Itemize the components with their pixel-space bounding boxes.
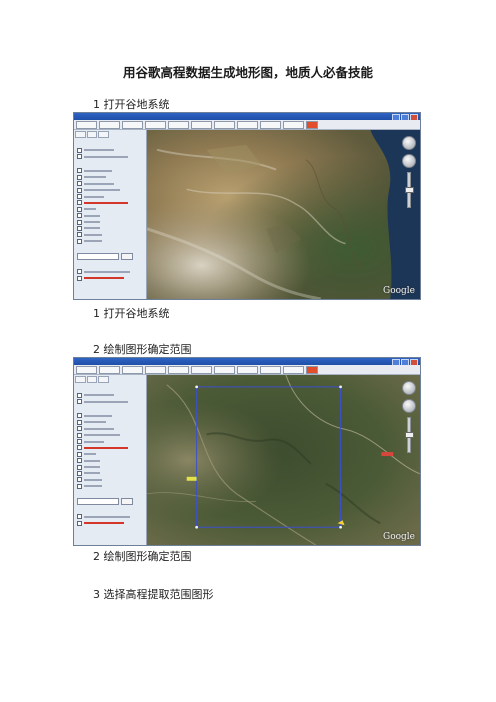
panel-checkbox[interactable] [74, 483, 146, 489]
step-2-heading: 2 绘制图形确定范围 [93, 343, 192, 356]
toolbar-highlight-button[interactable] [306, 120, 318, 129]
map-place-label [186, 476, 197, 481]
satellite-map[interactable]: Google [147, 375, 420, 545]
toolbar-button[interactable] [122, 365, 143, 374]
satellite-imagery [147, 375, 420, 545]
place-search-row [74, 253, 146, 261]
place-search-input[interactable] [77, 253, 119, 261]
place-search-input[interactable] [77, 498, 119, 506]
zoom-slider-knob[interactable] [405, 432, 414, 438]
map-navigation-control[interactable] [402, 381, 416, 453]
panel-section [76, 386, 144, 391]
panel-section [76, 246, 144, 251]
step-1-caption: 1 打开谷地系统 [93, 307, 170, 320]
panel-section [76, 507, 144, 512]
panel-radio-option[interactable] [74, 398, 146, 405]
side-panel [74, 375, 147, 545]
side-tabs [74, 130, 146, 139]
step-3-heading: 3 选择高程提取范围图形 [93, 588, 214, 601]
toolbar-button[interactable] [260, 365, 281, 374]
step-2-caption: 2 绘制图形确定范围 [93, 550, 192, 563]
google-logo: Google [383, 532, 415, 542]
side-tab[interactable] [75, 131, 86, 138]
panel-section [76, 491, 144, 496]
panel-section [76, 141, 144, 146]
zoom-slider-knob[interactable] [405, 187, 414, 193]
panel-checkbox-highlighted[interactable] [74, 520, 146, 526]
toolbar-button[interactable] [122, 120, 143, 129]
toolbar-button[interactable] [145, 365, 166, 374]
toolbar-button[interactable] [76, 120, 97, 129]
look-around-icon[interactable] [402, 399, 416, 413]
screenshot-1: Google [73, 112, 421, 300]
toolbar-button[interactable] [237, 365, 258, 374]
side-tabs [74, 375, 146, 384]
window-titlebar [74, 113, 420, 121]
place-search-button[interactable] [121, 498, 133, 506]
screenshot-2: Google [73, 357, 421, 546]
satellite-map[interactable]: Google [147, 130, 420, 299]
app-toolbar [74, 365, 420, 375]
panel-checkbox-highlighted[interactable] [74, 275, 146, 281]
compass-ring-icon[interactable] [402, 381, 416, 395]
window-titlebar [74, 358, 420, 366]
step-1-heading: 1 打开谷地系统 [93, 98, 170, 111]
toolbar-button[interactable] [283, 120, 304, 129]
side-tab[interactable] [86, 131, 98, 138]
toolbar-button[interactable] [191, 365, 212, 374]
panel-section [76, 407, 144, 412]
map-navigation-control[interactable] [402, 136, 416, 208]
side-tab[interactable] [98, 131, 110, 138]
panel-checkbox[interactable] [74, 238, 146, 244]
place-search-button[interactable] [121, 253, 133, 261]
panel-radio-option[interactable] [74, 153, 146, 160]
map-place-label [381, 452, 394, 457]
toolbar-button[interactable] [214, 120, 235, 129]
toolbar-button[interactable] [260, 120, 281, 129]
look-around-icon[interactable] [402, 154, 416, 168]
toolbar-button[interactable] [237, 120, 258, 129]
google-logo: Google [383, 286, 415, 296]
toolbar-button[interactable] [99, 365, 120, 374]
document-title: 用谷歌高程数据生成地形图，地质人必备技能 [122, 65, 373, 80]
zoom-slider-icon[interactable] [405, 417, 414, 453]
toolbar-button[interactable] [145, 120, 166, 129]
toolbar-button[interactable] [168, 120, 189, 129]
side-tab[interactable] [75, 376, 86, 383]
toolbar-button[interactable] [76, 365, 97, 374]
compass-ring-icon[interactable] [402, 136, 416, 150]
toolbar-button[interactable] [283, 365, 304, 374]
panel-section [76, 262, 144, 267]
toolbar-button[interactable] [99, 120, 120, 129]
toolbar-button[interactable] [168, 365, 189, 374]
side-tab[interactable] [86, 376, 98, 383]
toolbar-button[interactable] [214, 365, 235, 374]
toolbar-button[interactable] [191, 120, 212, 129]
satellite-imagery [147, 130, 420, 299]
panel-section [76, 162, 144, 167]
side-panel [74, 130, 147, 299]
place-search-row [74, 498, 146, 506]
toolbar-highlight-button[interactable] [306, 365, 318, 374]
app-toolbar [74, 120, 420, 130]
side-tab[interactable] [98, 376, 110, 383]
zoom-slider-icon[interactable] [405, 172, 414, 208]
